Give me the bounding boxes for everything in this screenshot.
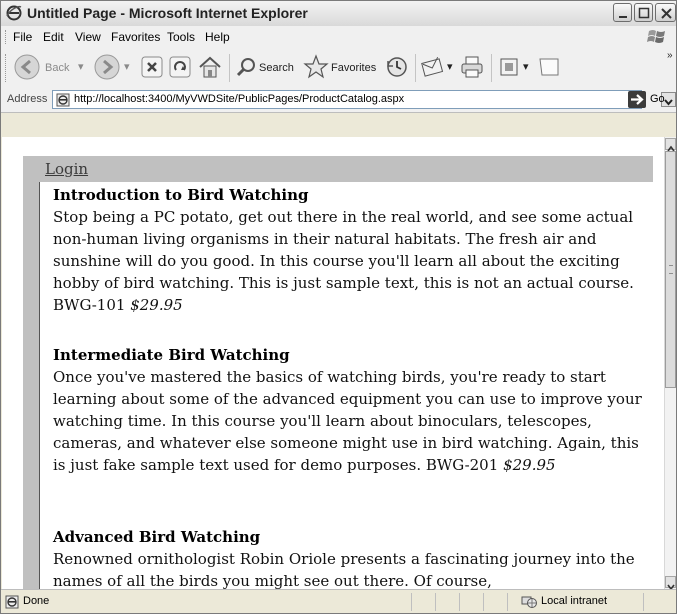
menu-grip [5, 30, 8, 44]
go-arrow-icon [631, 94, 644, 105]
menu-help[interactable]: Help [205, 30, 230, 44]
status-divider [643, 593, 644, 611]
course-price: $29.95 [130, 296, 183, 314]
refresh-icon[interactable] [169, 56, 191, 78]
status-divider [459, 593, 460, 611]
toolbar-separator-3 [491, 54, 492, 82]
favorites-star-icon[interactable] [303, 54, 329, 80]
minimize-button[interactable] [613, 3, 632, 22]
go-label[interactable]: Go [650, 93, 665, 105]
window-title: Untitled Page - Microsoft Internet Explo… [27, 5, 308, 21]
page-done-icon [5, 595, 19, 609]
menu-view[interactable]: View [75, 30, 101, 44]
course-item: Intermediate Bird Watching Once you've m… [53, 344, 653, 476]
standard-toolbar: Back ▾ ▾ Search Favorites ▾ ▾ » [1, 48, 676, 89]
product-catalog: Introduction to Bird Watching Stop being… [39, 182, 653, 589]
chrome-spacer [1, 113, 676, 137]
home-icon[interactable] [197, 54, 223, 80]
mail-dropdown-icon[interactable]: ▾ [447, 60, 453, 73]
menu-tools[interactable]: Tools [167, 30, 195, 44]
address-bar: Address http://localhost:3400/MyVWDSite/… [1, 88, 676, 113]
left-rail [23, 182, 39, 589]
address-url[interactable]: http://localhost:3400/MyVWDSite/PublicPa… [74, 93, 404, 105]
local-intranet-icon [521, 596, 537, 608]
status-divider [507, 593, 508, 611]
title-bar: Untitled Page - Microsoft Internet Explo… [1, 1, 676, 27]
back-button-label[interactable]: Back [45, 62, 69, 74]
go-button[interactable] [628, 91, 646, 108]
search-button-label[interactable]: Search [259, 62, 294, 74]
back-icon[interactable] [13, 53, 41, 81]
course-title: Intermediate Bird Watching [53, 346, 290, 364]
close-icon [661, 8, 672, 19]
menu-edit[interactable]: Edit [43, 30, 64, 44]
status-bar: Done Local intranet [1, 589, 676, 613]
favorites-button-label[interactable]: Favorites [331, 62, 376, 74]
scroll-thumb[interactable] [665, 151, 676, 388]
maximize-button[interactable] [634, 3, 653, 22]
toolbar-grip [5, 54, 8, 82]
status-divider [411, 593, 412, 611]
close-button[interactable] [655, 3, 676, 22]
login-link[interactable]: Login [45, 160, 88, 178]
back-dropdown-icon[interactable]: ▾ [78, 60, 84, 73]
edit-dropdown-icon[interactable]: ▾ [523, 60, 529, 73]
course-description: Renowned ornithologist Robin Oriole pres… [53, 548, 653, 589]
scroll-thumb-grip [669, 265, 673, 274]
page-content: Login Introduction to Bird Watching Stop… [2, 137, 664, 589]
course-price: $29.95 [503, 456, 556, 474]
edit-page-icon[interactable] [499, 57, 519, 77]
ie-logo-icon [6, 5, 22, 21]
address-label: Address [7, 93, 48, 105]
print-icon[interactable] [459, 54, 485, 80]
mail-icon[interactable] [421, 56, 447, 78]
stop-icon[interactable] [141, 56, 163, 78]
course-description-text: Renowned ornithologist Robin Oriole pres… [53, 550, 635, 589]
security-zone-label: Local intranet [541, 595, 608, 607]
maximize-icon [638, 7, 650, 19]
page-icon [56, 93, 70, 107]
browser-window: Untitled Page - Microsoft Internet Explo… [0, 0, 677, 614]
history-icon[interactable] [385, 55, 409, 79]
course-description: Stop being a PC potato, get out there in… [53, 206, 653, 316]
toolbar-overflow-icon[interactable]: » [667, 50, 673, 61]
forward-icon[interactable] [93, 53, 121, 81]
vertical-scrollbar[interactable] [664, 137, 676, 591]
status-text: Done [23, 595, 50, 607]
menu-file[interactable]: File [13, 30, 32, 44]
toolbar-separator [229, 54, 230, 82]
scroll-down-button[interactable] [665, 576, 676, 591]
search-icon[interactable] [235, 56, 257, 78]
forward-dropdown-icon[interactable]: ▾ [124, 60, 130, 73]
status-divider [435, 593, 436, 611]
status-divider [483, 593, 484, 611]
course-item: Advanced Bird Watching Renowned ornithol… [53, 526, 653, 589]
course-title: Introduction to Bird Watching [53, 186, 309, 204]
course-title: Advanced Bird Watching [53, 528, 261, 546]
address-input[interactable]: http://localhost:3400/MyVWDSite/PublicPa… [52, 90, 676, 109]
menu-favorites[interactable]: Favorites [111, 30, 160, 44]
menu-bar: File Edit View Favorites Tools Help [1, 26, 676, 49]
login-bar: Login [23, 156, 653, 182]
course-description: Once you've mastered the basics of watch… [53, 366, 653, 476]
scroll-up-button[interactable] [665, 138, 676, 152]
windows-flag-icon [647, 30, 665, 43]
discuss-icon[interactable] [537, 55, 561, 79]
course-item: Introduction to Bird Watching Stop being… [53, 184, 653, 316]
minimize-icon [619, 16, 627, 18]
toolbar-separator-2 [415, 54, 416, 82]
